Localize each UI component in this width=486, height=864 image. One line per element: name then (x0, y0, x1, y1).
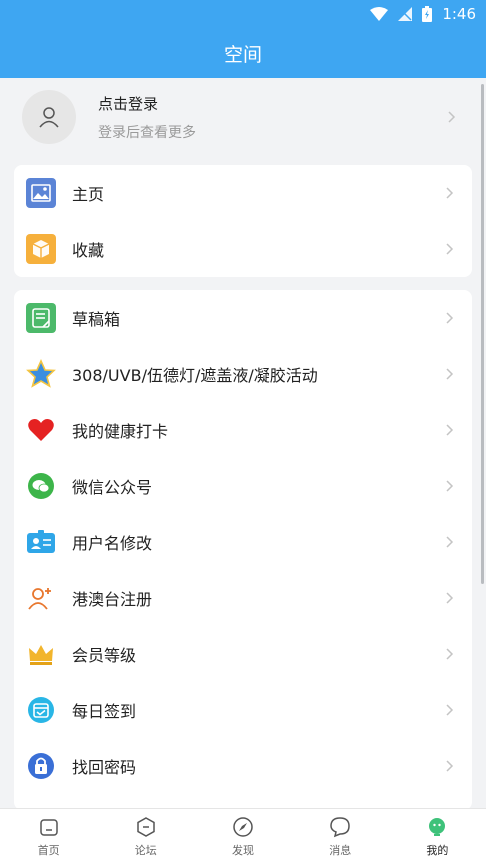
user-icon (39, 107, 59, 128)
menu-item-wechat[interactable]: 微信公众号 (14, 458, 472, 514)
chevron-right-icon (446, 648, 454, 660)
tab-label: 消息 (329, 843, 352, 857)
signal-icon (398, 7, 413, 21)
menu-item-label: 会员等级 (72, 646, 137, 665)
menu-item-activity[interactable]: 308/UVB/伍德灯/遮盖液/凝胶活动 (14, 346, 472, 402)
chevron-right-icon (446, 760, 454, 772)
menu-item-label: 收藏 (72, 241, 105, 260)
tab-label: 论坛 (134, 843, 157, 857)
page-title: 空间 (223, 43, 262, 66)
menu-item-daily-checkin[interactable]: 每日签到 (14, 682, 472, 738)
calendar-icon (26, 695, 56, 725)
chevron-right-icon (446, 243, 454, 255)
compass-icon (233, 816, 253, 837)
message-icon (330, 816, 350, 837)
menu-item-hk-register[interactable]: 港澳台注册 (14, 570, 472, 626)
home-icon (39, 818, 58, 836)
chevron-right-icon (448, 111, 456, 123)
chevron-right-icon (446, 312, 454, 324)
battery-icon (422, 6, 433, 22)
add-user-icon (26, 583, 56, 613)
status-bar: 1:46 (0, 0, 486, 28)
chevron-right-icon (446, 368, 454, 380)
menu-card: 草稿箱 308/UVB/伍德灯/遮盖液/凝胶活动 我的健康打卡 微信公众号 用户… (14, 290, 472, 810)
login-row[interactable]: 点击登录 登录后查看更多 (0, 78, 486, 156)
shortcut-card: 主页 收藏 (14, 165, 472, 277)
menu-item-recover-password[interactable]: 找回密码 (14, 738, 472, 794)
login-subtitle: 登录后查看更多 (98, 124, 196, 141)
chevron-right-icon (446, 480, 454, 492)
menu-item-label: 用户名修改 (72, 534, 153, 553)
menu-item-home[interactable]: 主页 (14, 165, 472, 221)
menu-item-drafts[interactable]: 草稿箱 (14, 290, 472, 346)
heart-icon (26, 415, 56, 445)
tab-discover[interactable]: 发现 (194, 809, 291, 864)
scrollbar[interactable] (481, 84, 484, 584)
menu-item-health-checkin[interactable]: 我的健康打卡 (14, 402, 472, 458)
tab-label: 我的 (426, 843, 449, 857)
picture-icon (26, 178, 56, 208)
id-card-icon (26, 527, 56, 557)
app-bar: 空间 (0, 28, 486, 78)
wifi-icon (370, 7, 389, 21)
star-icon (26, 359, 56, 389)
box-icon (26, 234, 56, 264)
status-time: 1:46 (442, 5, 476, 23)
profile-icon (429, 817, 446, 836)
wechat-icon (26, 471, 56, 501)
menu-item-label: 找回密码 (72, 758, 137, 777)
menu-item-label: 我的健康打卡 (72, 422, 169, 441)
tab-label: 发现 (232, 843, 254, 857)
chevron-right-icon (446, 704, 454, 716)
tab-profile[interactable]: 我的 (389, 809, 486, 864)
bottom-tab-bar: 首页 论坛 发现 消息 我的 (0, 808, 486, 864)
menu-item-label: 308/UVB/伍德灯/遮盖液/凝胶活动 (72, 366, 318, 385)
menu-item-label: 主页 (72, 185, 105, 204)
chevron-right-icon (446, 424, 454, 436)
chevron-right-icon (446, 187, 454, 199)
menu-item-membership[interactable]: 会员等级 (14, 626, 472, 682)
chevron-right-icon (446, 592, 454, 604)
crown-icon (26, 639, 56, 669)
menu-item-favorites[interactable]: 收藏 (14, 221, 472, 277)
forum-icon (137, 816, 155, 837)
tab-label: 首页 (37, 843, 60, 857)
note-icon (26, 303, 56, 333)
menu-item-rename[interactable]: 用户名修改 (14, 514, 472, 570)
tab-messages[interactable]: 消息 (292, 809, 389, 864)
menu-item-label: 草稿箱 (72, 310, 121, 329)
tab-forum[interactable]: 论坛 (97, 809, 194, 864)
menu-item-label: 港澳台注册 (72, 590, 153, 609)
avatar[interactable] (22, 90, 76, 144)
lock-icon (26, 751, 56, 781)
tab-home[interactable]: 首页 (0, 809, 97, 864)
login-title[interactable]: 点击登录 (98, 93, 446, 114)
menu-item-label: 每日签到 (72, 702, 137, 721)
menu-item-label: 微信公众号 (72, 478, 153, 497)
chevron-right-icon (446, 536, 454, 548)
